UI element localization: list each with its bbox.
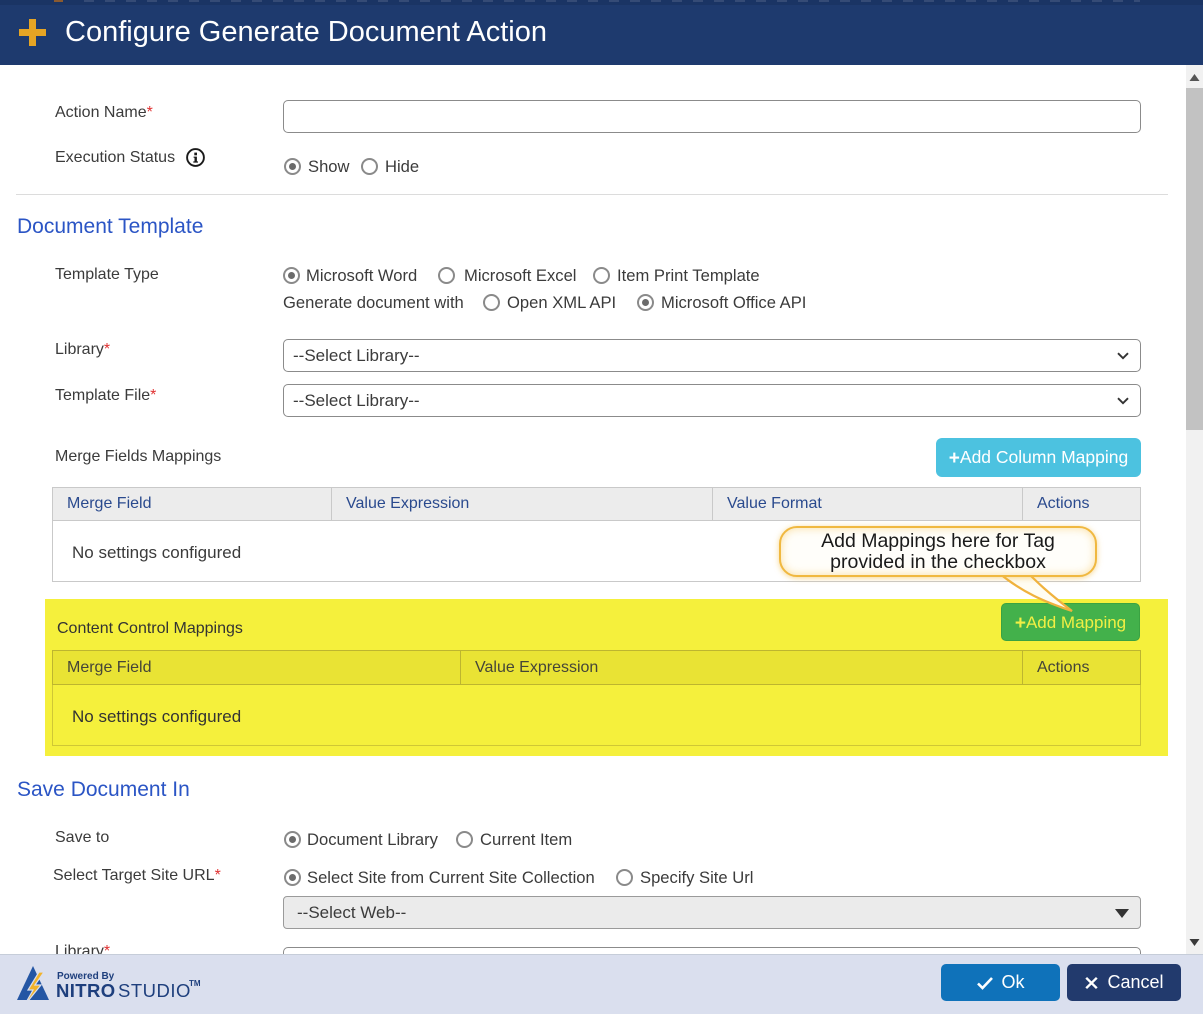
svg-text:STUDIO: STUDIO	[118, 980, 191, 1001]
svg-text:NITRO: NITRO	[56, 980, 116, 1001]
svg-text:TM: TM	[189, 979, 201, 988]
